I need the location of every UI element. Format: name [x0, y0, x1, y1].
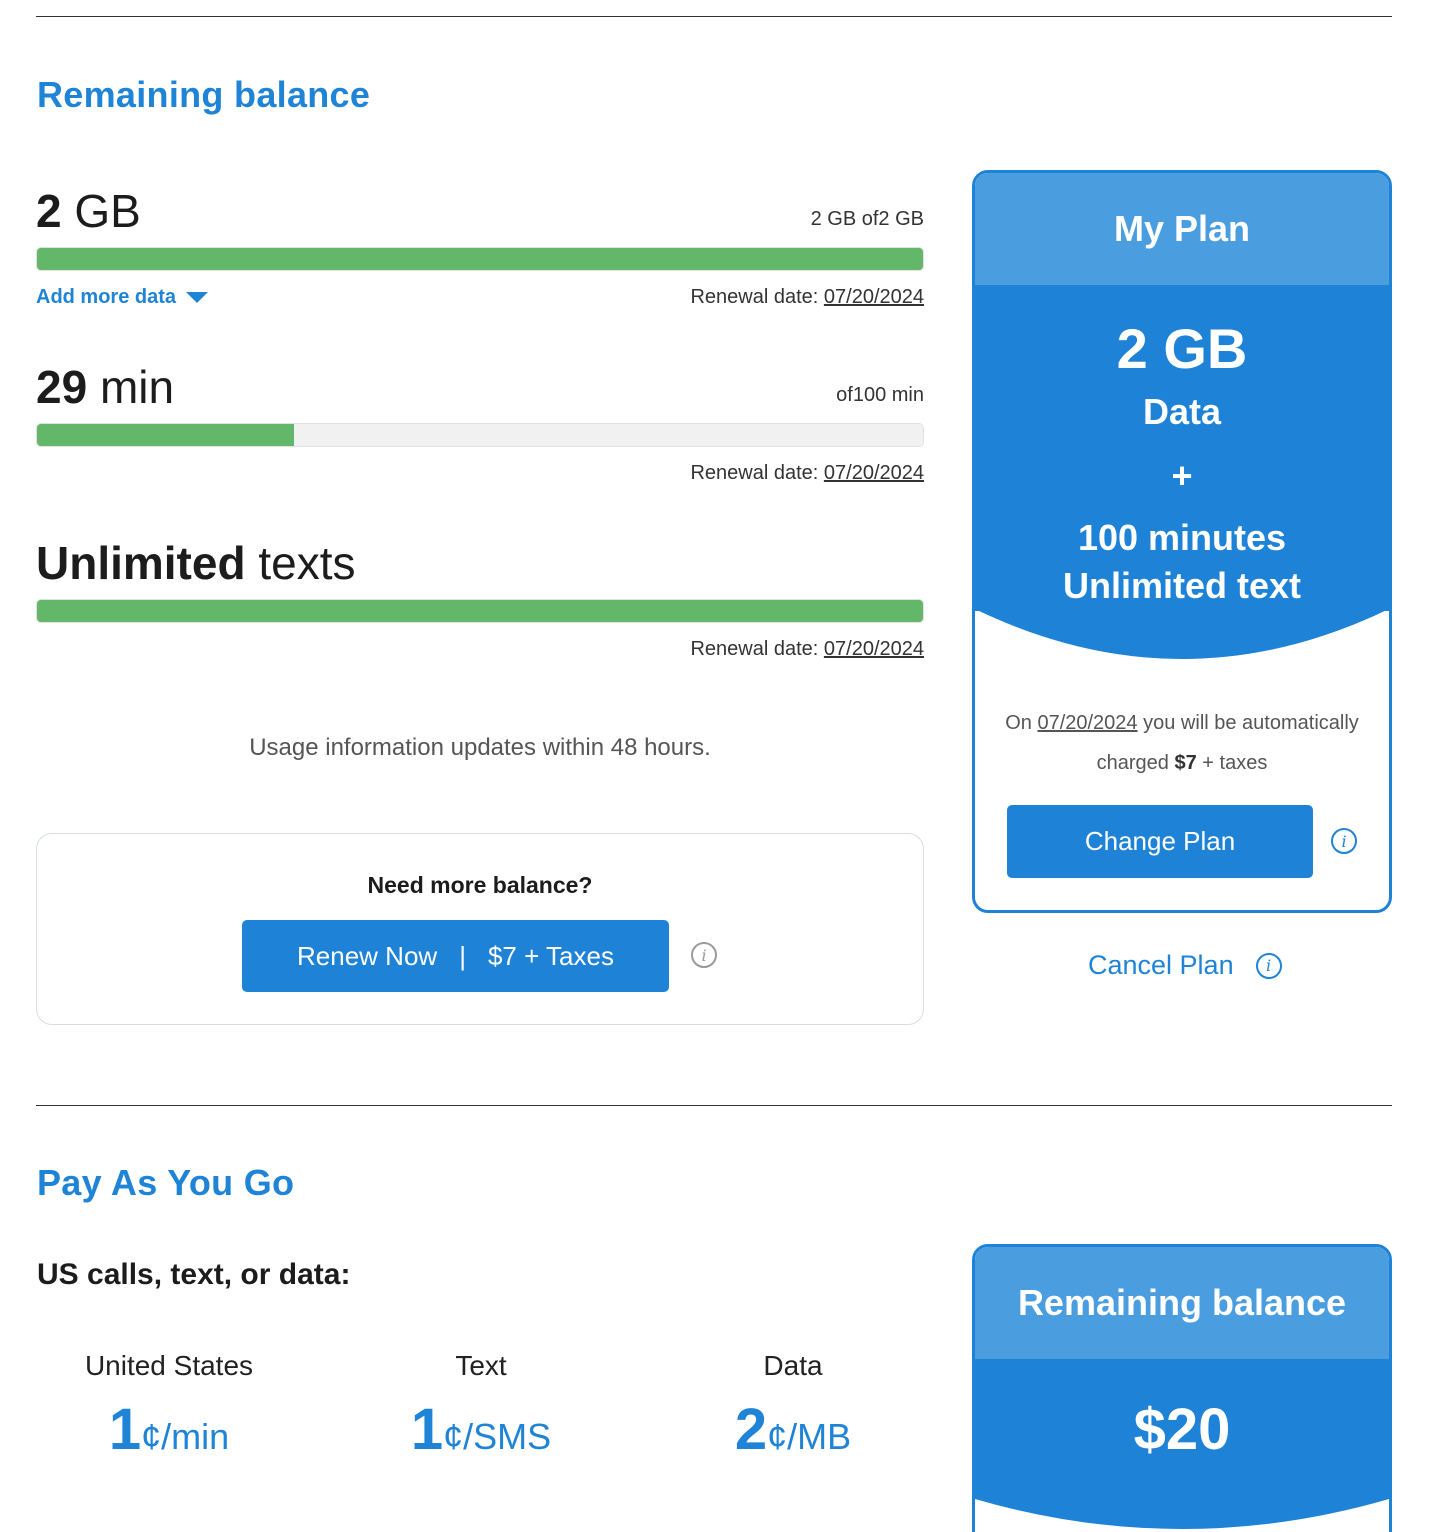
minutes-progress-fill [37, 424, 294, 446]
minutes-progress-bar [36, 423, 924, 447]
data-of-text: 2 GB of2 GB [810, 208, 924, 230]
minutes-renewal-date: Renewal date: 07/20/2024 [690, 462, 924, 484]
my-plan-title: My Plan [975, 173, 1389, 285]
need-more-question: Need more balance? [367, 872, 593, 898]
payg-balance-title: Remaining balance [975, 1247, 1389, 1359]
remaining-balance-heading: Remaining balance [37, 74, 371, 115]
auto-charge-note: On 07/20/2024 you will be automatically … [1005, 712, 1359, 774]
renew-now-button[interactable]: Renew Now | $7 + Taxes [242, 920, 669, 992]
cancel-plan-link[interactable]: Cancel Plan i [1088, 950, 1282, 981]
pay-as-you-go-heading: Pay As You Go [37, 1162, 295, 1203]
top-divider [36, 16, 1392, 17]
texts-progress-bar [36, 599, 924, 623]
caret-down-icon [186, 292, 209, 303]
data-progress-bar [36, 247, 924, 271]
plan-plus: + [1171, 455, 1193, 496]
my-plan-card: My Plan 2 GB Data + 100 minutes Unlimite… [972, 170, 1392, 913]
data-progress-fill [37, 248, 923, 270]
plan-data-amount: 2 GB [1116, 317, 1248, 380]
data-usage: 2 GB 2 GB of2 GB Add more data Renewal d… [36, 185, 924, 308]
info-icon[interactable]: i [1331, 828, 1357, 854]
balance-curve [975, 1499, 1389, 1529]
usage-update-note: Usage information updates within 48 hour… [249, 734, 711, 761]
data-amount: 2 GB [36, 185, 141, 237]
plan-minutes: 100 minutes [1077, 517, 1287, 558]
payg-balance-card: Remaining balance $20 [972, 1244, 1392, 1532]
minutes-of-text: of100 min [836, 384, 924, 406]
texts-usage: Unlimited texts Renewal date: 07/20/2024 [36, 537, 924, 660]
texts-progress-fill [37, 600, 923, 622]
change-plan-button[interactable]: Change Plan [1007, 805, 1313, 878]
data-renewal-date: Renewal date: 07/20/2024 [690, 286, 924, 308]
need-more-balance-box: Need more balance? Renew Now | $7 + Taxe… [36, 833, 924, 1025]
plan-data-label: Data [1142, 391, 1222, 432]
minutes-amount: 29 min [36, 361, 175, 413]
plan-summary: 2 GB Data + 100 minutes Unlimited text [975, 285, 1389, 611]
texts-amount: Unlimited texts [36, 537, 356, 589]
section-divider [36, 1105, 1392, 1106]
plan-curve [975, 609, 1389, 659]
payg-balance-amount: $20 [975, 1359, 1389, 1499]
payg-subtitle: US calls, text, or data: [37, 1258, 351, 1291]
info-icon[interactable]: i [1255, 952, 1282, 979]
minutes-usage: 29 min of100 min Renewal date: 07/20/202… [36, 361, 924, 484]
rate-data: Data 2¢/MB [734, 1350, 852, 1462]
plan-texts: Unlimited text [1062, 565, 1302, 606]
rate-text: Text 1¢/SMS [410, 1350, 552, 1462]
add-more-data-dropdown[interactable]: Add more data [36, 286, 209, 309]
rate-calls: United States 1¢/min [84, 1350, 254, 1462]
info-icon[interactable]: i [691, 942, 717, 968]
texts-renewal-date: Renewal date: 07/20/2024 [690, 638, 924, 660]
